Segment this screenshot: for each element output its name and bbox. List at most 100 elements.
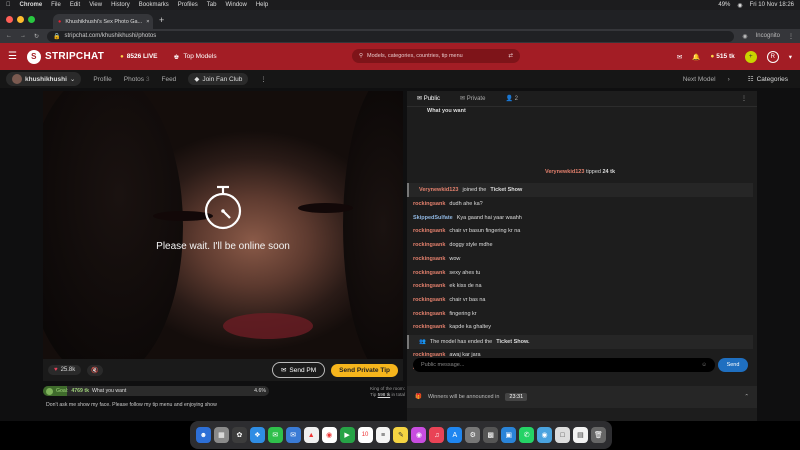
safari-icon[interactable]: ❖ xyxy=(249,427,265,443)
facetime-icon[interactable]: ▶ xyxy=(339,427,355,443)
new-tab-icon[interactable]: + xyxy=(159,15,164,25)
tab-feed[interactable]: Feed xyxy=(161,76,176,83)
trash-icon[interactable]: 🗑 xyxy=(590,427,606,443)
tab-public[interactable]: ✉ Public xyxy=(417,95,440,102)
token-icon: ● xyxy=(710,53,715,60)
mute-icon[interactable]: 🔇 xyxy=(87,364,103,376)
notes-icon[interactable]: ✎ xyxy=(393,427,409,443)
send-pm-button[interactable]: ✉ Send PM xyxy=(271,362,326,378)
podcasts-icon[interactable]: ◉ xyxy=(411,427,427,443)
chat-username[interactable]: rockingsank xyxy=(413,242,445,248)
tab-users[interactable]: 👤 2 xyxy=(505,95,518,102)
model-name-pill[interactable]: khushikhushi ⌄ xyxy=(6,72,82,86)
browser-menu-icon[interactable]: ⋮ xyxy=(788,33,794,40)
url-field[interactable]: 🔒 stripchat.com/khushikhushi/photos xyxy=(47,30,735,42)
chat-username[interactable]: rockingsank xyxy=(413,297,445,303)
chat-username[interactable]: rockingsank xyxy=(413,283,445,289)
zoom-window-icon[interactable] xyxy=(28,16,35,23)
app-store-icon[interactable]: A xyxy=(447,427,463,443)
minimize-window-icon[interactable] xyxy=(17,16,24,23)
chrome-icon[interactable]: ◉ xyxy=(321,427,337,443)
close-window-icon[interactable] xyxy=(6,16,13,23)
reload-icon[interactable]: ↻ xyxy=(34,33,39,40)
wifi-icon[interactable]: ◉ xyxy=(737,2,742,9)
winners-bar: 🎁 Winners will be announced in 23:31 ⌃ xyxy=(407,386,757,408)
top-models-link[interactable]: Top Models xyxy=(183,53,216,60)
add-tokens-icon[interactable]: + xyxy=(744,50,757,63)
chevron-up-icon[interactable]: ⌃ xyxy=(744,394,749,400)
filter-icon[interactable]: ⇄ xyxy=(508,53,513,59)
tab-profile[interactable]: Profile xyxy=(93,76,111,83)
menu-window[interactable]: Window xyxy=(225,2,246,8)
gift-icon: 🎁 xyxy=(415,394,422,400)
chat-username[interactable]: rockingsank xyxy=(413,256,445,262)
more-options-icon[interactable]: ⋮ xyxy=(260,75,267,83)
finder-icon[interactable]: ☻ xyxy=(196,427,211,443)
photos-app-icon[interactable]: ✿ xyxy=(231,427,247,443)
clock[interactable]: Fri 10 Nov 18:26 xyxy=(750,2,794,8)
close-tab-icon[interactable]: × xyxy=(146,19,149,25)
terminal-icon[interactable]: ▩ xyxy=(483,427,499,443)
menu-help[interactable]: Help xyxy=(256,2,268,8)
launchpad-icon[interactable]: ▦ xyxy=(213,427,229,443)
token-balance[interactable]: 515 tk xyxy=(716,53,734,60)
categories-button[interactable]: ☷ Categories xyxy=(742,73,794,85)
document-icon[interactable]: ▤ xyxy=(573,427,588,443)
chat-username[interactable]: rockingsank xyxy=(413,201,445,207)
browser-tab[interactable]: ● Khushikhushi's Sex Photo Ga... × xyxy=(53,14,153,29)
maps-icon[interactable]: ▲ xyxy=(303,427,319,443)
back-icon[interactable]: ← xyxy=(6,33,12,39)
browser-app-icon[interactable]: ◉ xyxy=(537,427,553,443)
mail-icon[interactable]: ✉ xyxy=(285,427,301,443)
tab-photos[interactable]: Photos 3 xyxy=(124,76,150,83)
king-tip-amount[interactable]: 598 tk xyxy=(378,392,391,397)
chat-username[interactable]: rockingsank xyxy=(413,311,445,317)
account-chevron-icon[interactable]: ▾ xyxy=(789,53,792,61)
video-player[interactable]: Please wait. I'll be online soon xyxy=(43,91,403,359)
chat-input[interactable]: Public message... ☺ xyxy=(413,358,715,372)
preview-icon[interactable]: □ xyxy=(555,427,571,443)
chat-menu-icon[interactable]: ⋮ xyxy=(741,95,747,102)
fan-club-label: Join Fan Club xyxy=(202,75,243,83)
emoji-icon[interactable]: ☺ xyxy=(701,362,707,368)
tip-user[interactable]: Verynewkid123 xyxy=(545,169,584,175)
send-button[interactable]: Send xyxy=(718,358,748,372)
chat-username[interactable]: rockingsank xyxy=(413,324,445,330)
join-fan-club-button[interactable]: ◆ Join Fan Club xyxy=(188,73,249,85)
menu-edit[interactable]: Edit xyxy=(70,2,80,8)
whatsapp-icon[interactable]: ✆ xyxy=(519,427,535,443)
search-input[interactable]: ⚲ Models, categories, countries, tip men… xyxy=(352,49,520,63)
forward-icon[interactable]: → xyxy=(20,33,26,39)
calendar-icon[interactable]: 10 xyxy=(357,427,373,443)
zoom-app-icon[interactable]: ▣ xyxy=(501,427,517,443)
send-private-tip-button[interactable]: Send Private Tip xyxy=(331,363,398,377)
reminders-icon[interactable]: ≡ xyxy=(375,427,391,443)
chat-username[interactable]: rockingsank xyxy=(413,352,445,358)
like-button[interactable]: ♥ 25.8k xyxy=(48,365,82,375)
music-icon[interactable]: ♫ xyxy=(429,427,445,443)
chat-username[interactable]: rockingsank xyxy=(413,270,445,276)
menu-view[interactable]: View xyxy=(89,2,102,8)
messages-icon[interactable]: ✉ xyxy=(677,53,682,61)
menu-bookmarks[interactable]: Bookmarks xyxy=(139,2,169,8)
notifications-icon[interactable]: 🔔 xyxy=(692,53,700,61)
chat-username[interactable]: SkippedSulfate xyxy=(413,215,453,221)
menu-tab[interactable]: Tab xyxy=(207,2,217,8)
apple-icon[interactable]:  xyxy=(6,2,11,8)
avatar[interactable]: R xyxy=(766,50,779,63)
joined-user[interactable]: Verynewkid123 xyxy=(419,187,458,193)
chat-username[interactable]: rockingsank xyxy=(413,228,445,234)
logo[interactable]: S STRIPCHAT xyxy=(26,49,104,64)
menu-profiles[interactable]: Profiles xyxy=(178,2,198,8)
system-settings-icon[interactable]: ⚙ xyxy=(465,427,481,443)
app-menu[interactable]: Chrome xyxy=(20,2,43,8)
chat-text: chair vr basun fingering kr na xyxy=(449,228,521,235)
live-count[interactable]: 8526 LIVE xyxy=(127,53,158,60)
tab-private[interactable]: ✉ Private xyxy=(460,95,485,102)
messages-app-icon[interactable]: ✉ xyxy=(267,427,283,443)
next-icon[interactable]: › xyxy=(728,76,730,83)
next-model-link[interactable]: Next Model xyxy=(683,76,716,83)
menu-file[interactable]: File xyxy=(51,2,61,8)
hamburger-icon[interactable]: ☰ xyxy=(8,51,17,62)
menu-history[interactable]: History xyxy=(111,2,130,8)
